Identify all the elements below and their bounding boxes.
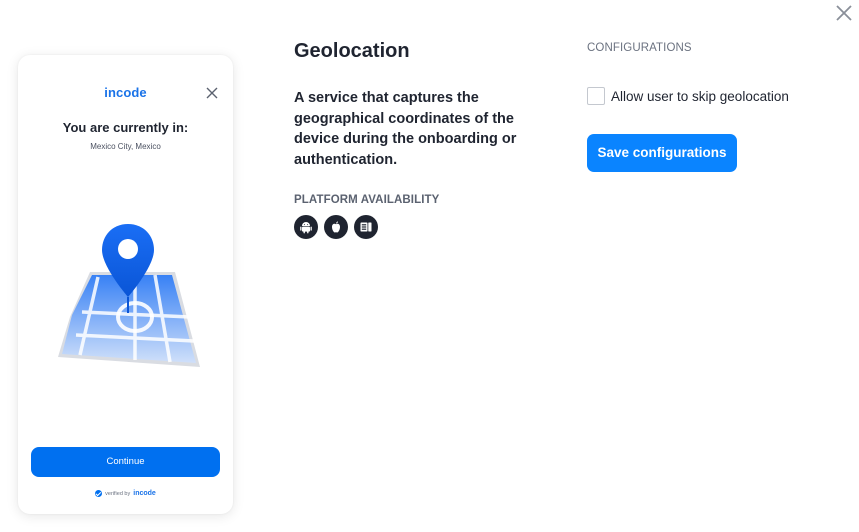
skip-geolocation-label: Allow user to skip geolocation bbox=[611, 88, 789, 104]
web-icon bbox=[354, 215, 378, 239]
skip-geolocation-option[interactable]: Allow user to skip geolocation bbox=[587, 87, 789, 105]
preview-close-icon bbox=[206, 87, 218, 99]
feature-description: A service that captures the geographical… bbox=[294, 90, 517, 168]
preview-card: incode You are currently in: Mexico City… bbox=[18, 55, 233, 514]
verified-brand: incode bbox=[133, 490, 156, 497]
platform-availability-label: PLATFORM AVAILABILITY bbox=[294, 194, 440, 206]
preview-heading: You are currently in: bbox=[62, 120, 189, 135]
close-icon[interactable] bbox=[834, 3, 854, 23]
save-configurations-button[interactable]: Save configurations bbox=[587, 134, 737, 172]
continue-button: Continue bbox=[31, 447, 220, 477]
verified-by-badge: verified by incode bbox=[18, 490, 233, 497]
configurations-label: CONFIGURATIONS bbox=[587, 42, 692, 54]
page-title: Geolocation bbox=[294, 40, 410, 62]
platform-icons bbox=[294, 215, 378, 239]
apple-icon bbox=[324, 215, 348, 239]
skip-geolocation-checkbox[interactable] bbox=[587, 87, 605, 105]
incode-logo: incode bbox=[104, 85, 147, 100]
map-pin-illustration bbox=[50, 217, 210, 377]
preview-location: Mexico City, Mexico bbox=[90, 142, 161, 151]
verified-check-icon bbox=[95, 490, 103, 497]
android-icon bbox=[294, 215, 318, 239]
verified-prefix: verified by bbox=[105, 490, 131, 497]
